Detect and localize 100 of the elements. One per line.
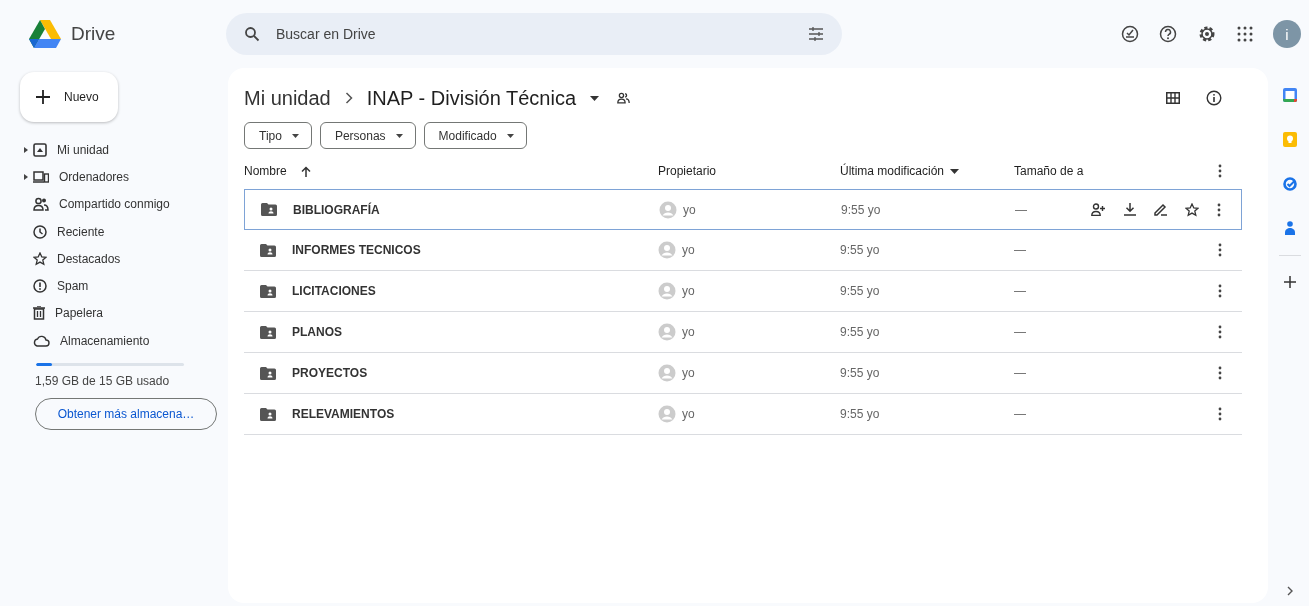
expand-caret-icon[interactable] — [23, 146, 28, 153]
filter-options-icon[interactable] — [808, 27, 824, 41]
task-check-icon[interactable] — [1283, 177, 1297, 191]
filter-chip[interactable]: Modificado — [423, 122, 527, 149]
caret-icon — [506, 133, 514, 138]
filter-chip[interactable]: Personas — [319, 122, 416, 149]
drive-logo-icon — [29, 20, 61, 48]
column-header[interactable]: Nombre — [244, 164, 287, 178]
breadcrumb-item[interactable]: Mi unidad — [244, 86, 331, 110]
caret-icon — [395, 133, 403, 138]
owner-name: yo — [682, 243, 695, 257]
info-icon[interactable] — [1206, 90, 1222, 106]
folder-name: LICITACIONES — [292, 284, 376, 298]
download-icon[interactable] — [1124, 203, 1136, 216]
more-options-icon[interactable] — [1217, 202, 1221, 217]
shared-folder-icon — [261, 203, 277, 216]
chevron-right-icon[interactable] — [1287, 586, 1293, 596]
user-avatar-icon — [658, 405, 676, 423]
sidebar-item[interactable]: Mi unidad — [20, 136, 228, 164]
user-avatar-icon — [658, 241, 676, 259]
sidebar-item[interactable]: Reciente — [20, 217, 228, 246]
file-row[interactable]: INFORMES TECNICOS yo 9:55 yo — — [244, 230, 1242, 271]
sort-up-arrow-icon[interactable] — [300, 165, 311, 177]
sidebar-item[interactable]: Papelera — [20, 299, 228, 328]
shared-folder-icon — [260, 284, 276, 298]
more-options-icon[interactable] — [1218, 164, 1222, 178]
more-options-icon[interactable] — [1218, 243, 1222, 257]
file-row[interactable]: BIBLIOGRAFÍA yo 9:55 yo — — [244, 189, 1242, 230]
grid-view-icon[interactable] — [1166, 92, 1180, 104]
breadcrumb-separator-icon — [344, 92, 353, 104]
folder-name: INFORMES TECNICOS — [292, 243, 421, 257]
drive-icon — [33, 142, 47, 157]
folder-name: PLANOS — [292, 325, 342, 339]
trash-icon — [33, 306, 45, 321]
caret-icon — [291, 133, 299, 138]
sidebar-item[interactable]: Compartido conmigo — [20, 190, 228, 218]
star-icon — [33, 251, 47, 266]
folder-name: PROYECTOS — [292, 366, 368, 380]
user-avatar-icon — [658, 323, 676, 341]
check-circle-icon[interactable] — [1121, 25, 1139, 43]
person-icon[interactable] — [1285, 221, 1295, 235]
sidebar-item[interactable]: Almacenamiento — [20, 327, 228, 355]
search-icon — [244, 26, 260, 42]
more-options-icon[interactable] — [1218, 284, 1222, 298]
add-person-icon[interactable] — [1091, 203, 1106, 216]
calendar-icon[interactable] — [1283, 88, 1297, 102]
shared-folder-icon — [260, 243, 276, 257]
file-size: — — [1014, 407, 1026, 421]
column-header[interactable]: Tamaño de a — [1014, 164, 1084, 178]
folder-name: RELEVAMIENTOS — [292, 407, 395, 421]
shared-folder-icon — [260, 325, 276, 339]
file-row[interactable]: PROYECTOS yo 9:55 yo — — [244, 353, 1242, 394]
owner-name: yo — [682, 366, 695, 380]
file-row[interactable]: RELEVAMIENTOS yo 9:55 yo — — [244, 394, 1242, 435]
sidebar-item[interactable]: Spam — [20, 272, 228, 300]
file-size: — — [1014, 366, 1026, 380]
people-icon — [617, 92, 631, 104]
dropdown-caret-icon[interactable] — [590, 95, 600, 101]
expand-caret-icon[interactable] — [23, 173, 28, 180]
more-options-icon[interactable] — [1218, 325, 1222, 339]
search-input[interactable]: Buscar en Drive — [274, 25, 794, 43]
file-size: — — [1014, 284, 1026, 298]
owner-name: yo — [682, 407, 695, 421]
user-avatar-icon — [658, 364, 676, 382]
storage-usage: 1,59 GB de 15 GB usado — [35, 374, 171, 389]
user-avatar-icon — [659, 200, 677, 219]
column-header[interactable]: Propietario — [658, 164, 717, 178]
search-field[interactable]: Buscar en Drive — [226, 13, 842, 55]
sort-caret-icon[interactable] — [950, 168, 960, 174]
add-icon[interactable] — [1284, 276, 1296, 288]
star-icon[interactable] — [1185, 202, 1199, 217]
settings-icon[interactable] — [1197, 24, 1217, 44]
owner-name: yo — [683, 202, 696, 217]
clock-icon — [33, 224, 47, 239]
warning-icon — [33, 279, 47, 294]
file-row[interactable]: PLANOS yo 9:55 yo — — [244, 312, 1242, 353]
rename-pencil-icon[interactable] — [1154, 203, 1167, 216]
shared-folder-icon — [260, 366, 276, 380]
modified-date: 9:55 yo — [840, 366, 880, 380]
sidebar-item[interactable]: Ordenadores — [20, 163, 228, 191]
file-size: — — [1014, 243, 1026, 257]
sidebar-item[interactable]: Destacados — [20, 245, 228, 273]
filter-chip[interactable]: Tipo — [244, 122, 312, 149]
new-button[interactable]: Nuevo — [20, 72, 118, 122]
more-options-icon[interactable] — [1218, 407, 1222, 421]
help-icon[interactable] — [1159, 25, 1177, 43]
plus-icon — [36, 90, 50, 104]
modified-date: 9:55 yo — [840, 243, 880, 257]
breadcrumb-item[interactable]: INAP - División Técnica — [366, 86, 577, 110]
apps-grid-icon[interactable] — [1237, 26, 1253, 42]
file-size: — — [1015, 202, 1027, 217]
app-name: Drive — [71, 23, 116, 45]
modified-date: 9:55 yo — [840, 284, 880, 298]
computer-icon — [33, 170, 49, 183]
shared-folder-icon — [260, 407, 276, 421]
file-row[interactable]: LICITACIONES yo 9:55 yo — — [244, 271, 1242, 312]
more-options-icon[interactable] — [1218, 366, 1222, 380]
people-icon — [33, 197, 49, 212]
owner-name: yo — [682, 284, 695, 298]
column-header[interactable]: Última modificación — [840, 164, 945, 178]
